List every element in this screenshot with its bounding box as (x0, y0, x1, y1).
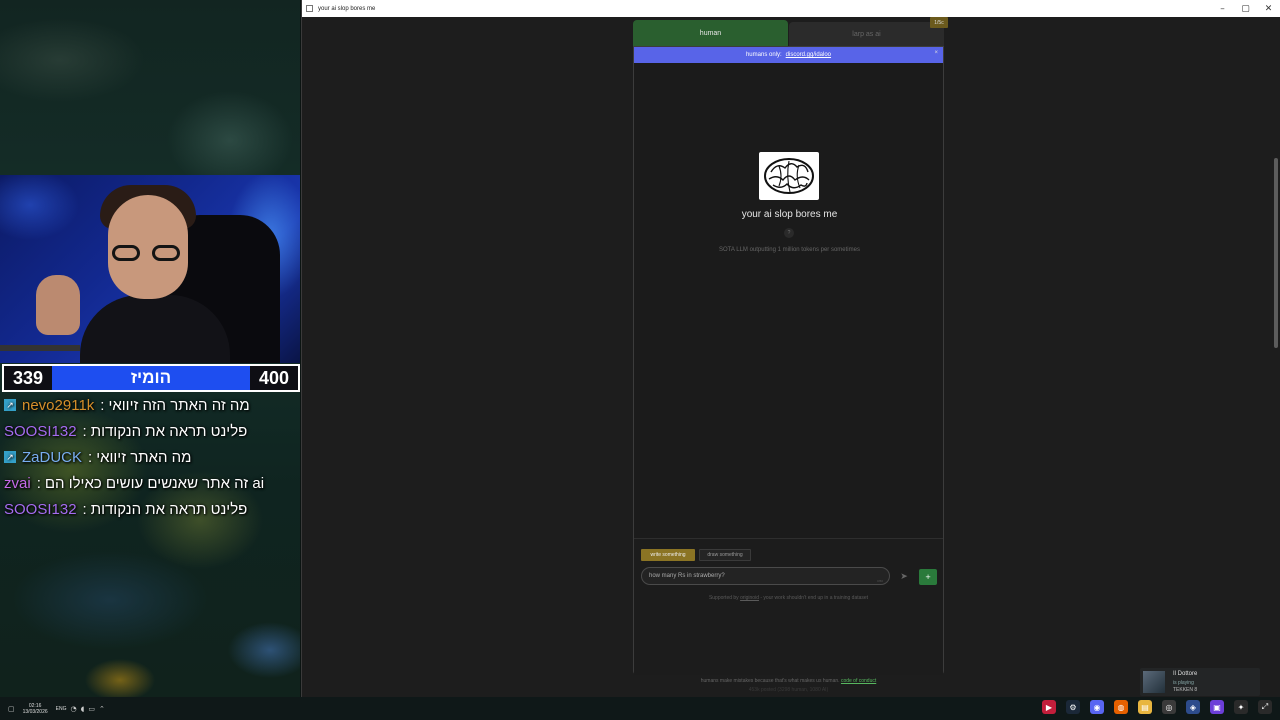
notification-name: Il Dottore (1173, 671, 1198, 677)
footer: humans make mistakes because that's what… (633, 678, 944, 684)
steam-icon[interactable]: ⚙ (1066, 700, 1080, 714)
notification-icon[interactable]: ▢ (8, 705, 15, 713)
chat-message: ↗ ZaDUCK: מה האתר זיוואי (4, 444, 300, 470)
score-right: 400 (250, 366, 298, 390)
code-of-conduct-link[interactable]: code of conduct (841, 678, 876, 684)
language-indicator[interactable]: ENG (56, 706, 67, 712)
supported-suffix: - your work shouldn't end up in a traini… (760, 595, 869, 601)
chat-text: פלינט תראה את הנקודות (90, 500, 248, 518)
obs-icon[interactable]: ◎ (1162, 700, 1176, 714)
taskbar: ▢ 02:16 13/03/2026 ENG ◔ ◖ ▭ ⌃ ▶ ⚙ ◉ ◍ ▤… (0, 697, 1280, 720)
notification-status: is playing (1173, 680, 1194, 686)
chat-separator: : (100, 396, 105, 414)
scrollbar[interactable] (1274, 30, 1278, 670)
browser-icon[interactable]: ◈ (1186, 700, 1200, 714)
supported-prefix: Supported by (708, 595, 739, 601)
clock-date: 13/03/2026 (22, 708, 48, 715)
chat-username[interactable]: nevo2911k (22, 397, 94, 414)
send-icon[interactable]: ➤ (896, 570, 912, 584)
close-icon[interactable]: × (934, 50, 938, 56)
close-icon[interactable]: ✕ (1257, 4, 1280, 14)
volume-icon[interactable]: ◖ (81, 705, 85, 713)
chat-username[interactable]: ZaDUCK (22, 449, 82, 466)
draw-mode-button[interactable]: draw something (699, 549, 751, 561)
discord-icon[interactable]: ◉ (1090, 700, 1104, 714)
banner-text: humans only: (745, 52, 782, 58)
game-notification[interactable]: Il Dottore is playing TEKKEN 8 (1140, 668, 1260, 696)
maximize-icon[interactable]: ▢ (1234, 4, 1257, 14)
window-title: your ai slop bores me (318, 5, 376, 12)
scoreboard-title: הומיז (130, 368, 172, 387)
wifi-icon[interactable]: ◔ (71, 705, 77, 713)
chat-message: SOOSI132: פלינט תראה את הנקודות (4, 418, 300, 444)
battery-icon[interactable]: ▭ (88, 705, 95, 713)
minimize-icon[interactable]: – (1211, 4, 1234, 14)
chat-text: פלינט תראה את הנקודות (90, 422, 248, 440)
chat-separator: : (36, 474, 41, 492)
page-title: your ai slop bores me (741, 209, 838, 220)
prime-badge-icon: ↗ (4, 451, 16, 463)
char-counter: 0/50 (877, 579, 883, 583)
streamer-hand (36, 275, 80, 335)
maximize-app-icon[interactable]: ⤢ (1258, 700, 1272, 714)
firefox-icon[interactable]: ◍ (1114, 700, 1128, 714)
stream-chat: ↗ nevo2911k: מה זה האתר הזה זיוואי SOOSI132… (4, 392, 300, 522)
glasses (112, 245, 184, 261)
app-icon[interactable]: ✦ (1234, 700, 1248, 714)
tagline: SOTA LLM outputting 1 million tokens per… (719, 247, 860, 253)
discord-link[interactable]: discord.gg/idaloo (786, 52, 831, 58)
discord-banner: humans only: discord.gg/idaloo × (634, 47, 943, 63)
tab-human[interactable]: human (633, 20, 788, 46)
chat-separator: : (82, 422, 87, 440)
main-panel: humans only: discord.gg/idaloo × your ai… (633, 46, 944, 675)
page-icon (306, 5, 313, 12)
help-icon[interactable]: ? (784, 228, 794, 238)
message-input-value: how many Rs in strawberry? (649, 573, 725, 579)
chat-text: מה האתר זיוואי (96, 448, 192, 466)
score-left: 339 (4, 366, 52, 390)
scrollbar-thumb[interactable] (1274, 158, 1278, 348)
chat-message: SOOSI132: פלינט תראה את הנקודות (4, 496, 300, 522)
composer: write something draw something how many … (634, 538, 943, 675)
chat-separator: : (88, 448, 93, 466)
chat-text: מה זה האתר הזה זיוואי (108, 396, 250, 414)
write-mode-button[interactable]: write something (641, 549, 695, 561)
supported-by-note: Supported by originoid - your work shoul… (634, 595, 943, 601)
chevron-up-icon[interactable]: ⌃ (99, 705, 105, 713)
chat-username[interactable]: zvai (4, 475, 31, 492)
youtube-icon[interactable]: ▶ (1042, 700, 1056, 714)
folder-icon[interactable]: ▤ (1138, 700, 1152, 714)
microphone-arm (0, 345, 80, 351)
post-stats: 453k posted (3298 human, 1080 AI) (748, 687, 829, 693)
twitch-icon[interactable]: ▣ (1210, 700, 1224, 714)
chat-message: ↗ nevo2911k: מה זה האתר הזה זיוואי (4, 392, 300, 418)
footer-text: humans make mistakes because that's what… (700, 678, 840, 684)
avatar (1143, 671, 1165, 693)
chat-message: zvai: ai זה אתר שאנשים עושים כאילו הם (4, 470, 300, 496)
brain-logo (759, 152, 819, 200)
chat-separator: : (82, 500, 87, 518)
originoid-link[interactable]: originoid (740, 595, 759, 601)
taskbar-left: ▢ 02:16 13/03/2026 ENG ◔ ◖ ▭ ⌃ (4, 697, 105, 720)
tab-larp-as-ai[interactable]: larp as ai (789, 22, 944, 46)
title-bar: your ai slop bores me – ▢ ✕ (302, 0, 1280, 17)
taskbar-apps: ▶ ⚙ ◉ ◍ ▤ ◎ ◈ ▣ ✦ ⤢ (1032, 700, 1272, 714)
mode-tabs: human larp as ai 1/5c (633, 17, 948, 47)
clock[interactable]: 02:16 13/03/2026 (23, 703, 48, 715)
chat-username[interactable]: SOOSI132 (4, 423, 77, 440)
chat-text: ai זה אתר שאנשים עושים כאילו הם (44, 474, 265, 492)
message-input[interactable]: how many Rs in strawberry? 0/50 (641, 567, 890, 585)
browser-window: your ai slop bores me – ▢ ✕ human larp a… (301, 0, 1280, 697)
webcam-feed (0, 175, 300, 363)
posts-count-badge: 1/5c (930, 17, 948, 28)
app-container: human larp as ai 1/5c humans only: disco… (633, 17, 948, 675)
chat-username[interactable]: SOOSI132 (4, 501, 77, 518)
notification-game: TEKKEN 8 (1173, 687, 1198, 693)
scoreboard: 339 הומיז 400 (2, 364, 300, 392)
plus-icon[interactable]: + (919, 569, 937, 585)
prime-badge-icon: ↗ (4, 399, 16, 411)
